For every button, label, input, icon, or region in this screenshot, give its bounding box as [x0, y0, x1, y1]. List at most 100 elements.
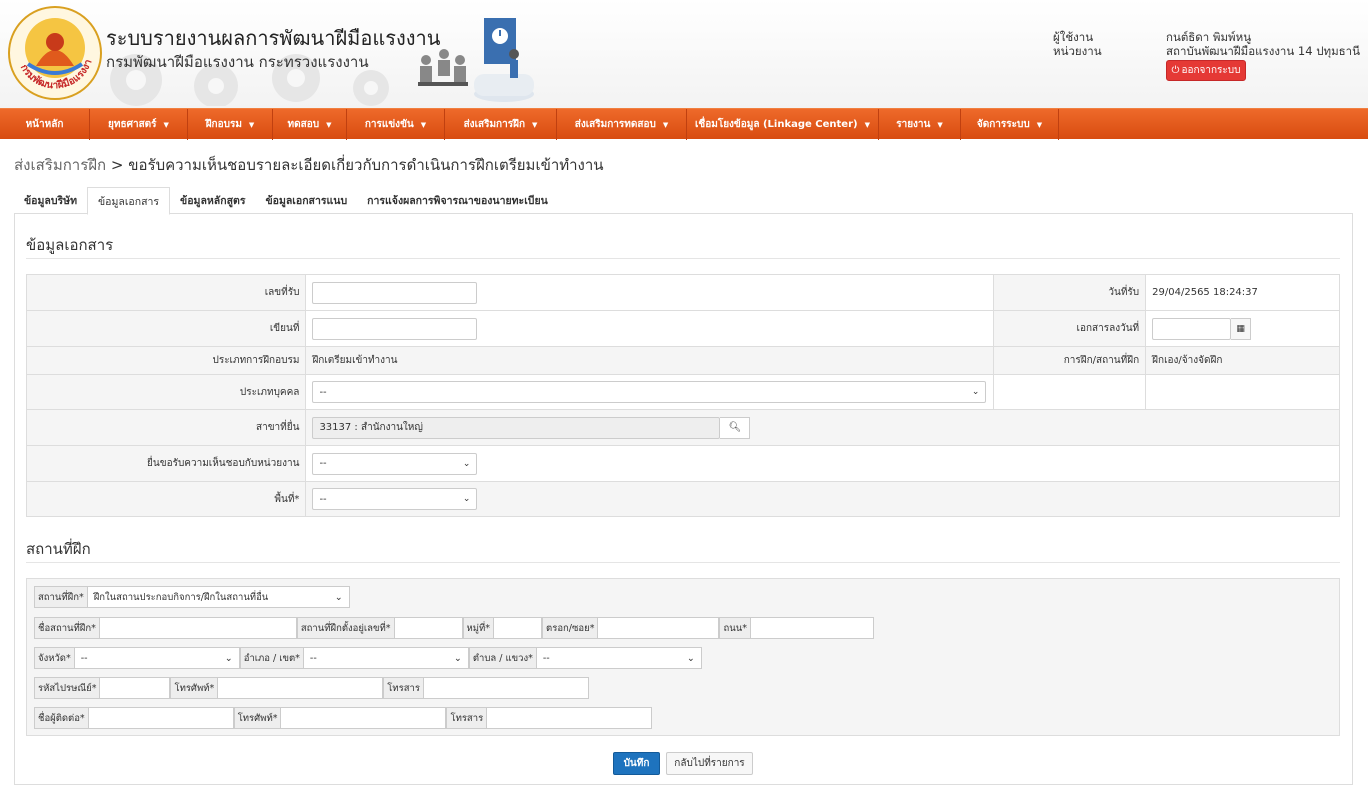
- subdistrict-selected: --: [542, 652, 550, 664]
- place-type-label: สถานที่ฝึก*: [34, 586, 88, 608]
- nav-system-admin[interactable]: จัดการระบบ ▼: [961, 109, 1059, 140]
- chevron-down-icon: ⌄: [453, 652, 462, 664]
- contact-fax-label: โทรสาร: [446, 707, 488, 729]
- nav-training-promotion[interactable]: ส่งเสริมการฝึก ▼: [445, 109, 557, 140]
- nav-reports[interactable]: รายงาน ▼: [879, 109, 961, 140]
- caret-down-icon: ▼: [163, 120, 169, 129]
- nav-label: รายงาน: [896, 119, 931, 130]
- approval-unit-select[interactable]: -- ⌄: [312, 452, 478, 475]
- tab-registrar-result[interactable]: การแจ้งผลการพิจารณาของนายทะเบียน: [357, 187, 558, 214]
- branch-cell: 33137 : สำนักงานใหญ่ 🔍︎: [305, 409, 1340, 446]
- tab-attachments[interactable]: ข้อมูลเอกสารแนบ: [255, 187, 357, 214]
- province-select[interactable]: -- ⌄: [74, 647, 240, 669]
- breadcrumb: ส่งเสริมการฝึก > ขอรับความเห็นชอบรายละเอ…: [14, 153, 604, 177]
- area-label: พื้นที่*: [25, 481, 307, 517]
- nav-label: ทดสอบ: [287, 119, 320, 130]
- back-to-list-button[interactable]: กลับไปที่รายการ: [666, 752, 753, 775]
- phone-input[interactable]: [218, 677, 384, 699]
- chevron-down-icon: ⌄: [224, 652, 233, 664]
- chevron-down-icon: ⌄: [462, 494, 471, 504]
- nav-testing-promotion[interactable]: ส่งเสริมการทดสอบ ▼: [557, 109, 687, 140]
- nav-label: จัดการระบบ: [976, 119, 1030, 130]
- postcode-row: รหัสไปรษณีย์* โทรศัพท์* โทรสาร: [34, 677, 589, 699]
- nav-testing[interactable]: ทดสอบ ▼: [273, 109, 347, 140]
- chevron-down-icon: ⌄: [971, 387, 980, 397]
- receipt-no-cell: [305, 274, 995, 311]
- power-icon: ⏻: [1171, 65, 1180, 76]
- contact-name-label: ชื่อผู้ติดต่อ*: [34, 707, 89, 729]
- approval-unit-label: ยื่นขอรับความเห็นชอบกับหน่วยงาน: [25, 445, 307, 482]
- approval-unit-cell: -- ⌄: [305, 445, 1340, 482]
- branch-search-button[interactable]: 🔍︎: [720, 416, 751, 439]
- department-logo: กรมพัฒนาฝีมือแรงงาน: [3, 0, 104, 102]
- postcode-input[interactable]: [100, 677, 171, 699]
- section-divider: [26, 562, 1340, 563]
- nav-competition[interactable]: การแข่งขัน ▼: [347, 109, 445, 140]
- user-values: กนต์ธิดา พิมพ์หนู สถาบันพัฒนาฝีมือแรงงาน…: [1166, 30, 1360, 58]
- person-type-label: ประเภทบุคคล: [25, 374, 307, 410]
- doc-date-input[interactable]: [1152, 317, 1232, 340]
- logout-label: ออกจากระบบ: [1181, 65, 1241, 76]
- fax-input[interactable]: [423, 677, 589, 699]
- caret-down-icon: ▼: [420, 120, 427, 129]
- soi-label: ตรอก/ซอย*: [542, 617, 599, 639]
- tab-document-info[interactable]: ข้อมูลเอกสาร: [87, 187, 171, 215]
- contact-name-input[interactable]: [88, 707, 234, 729]
- fax-label: โทรสาร: [383, 677, 424, 699]
- training-place-label: การฝึก/สถานที่ฝึก: [993, 346, 1147, 375]
- nav-strategy[interactable]: ยุทธศาสตร์ ▼: [90, 109, 188, 140]
- empty-cell: [1145, 374, 1340, 410]
- search-icon: 🔍︎: [728, 422, 742, 433]
- road-input[interactable]: [750, 617, 874, 639]
- caret-down-icon: ▼: [248, 120, 255, 129]
- tab-company-info[interactable]: ข้อมูลบริษัท: [14, 187, 87, 214]
- place-type-select[interactable]: ฝึกในสถานประกอบกิจการ/ฝึกในสถานที่อื่น ⌄: [87, 586, 350, 608]
- district-select[interactable]: -- ⌄: [303, 647, 469, 669]
- presentation-illustration-icon: [418, 18, 534, 102]
- nav-home[interactable]: หน้าหลัก: [0, 109, 90, 140]
- calendar-button[interactable]: ▦: [1231, 317, 1252, 340]
- chevron-down-icon: ⌄: [334, 591, 343, 603]
- caret-down-icon: ▼: [864, 120, 870, 129]
- written-at-label: เขียนที่: [25, 310, 307, 347]
- nav-label: หน้าหลัก: [25, 119, 64, 130]
- breadcrumb-parent[interactable]: ส่งเสริมการฝึก: [14, 156, 106, 174]
- place-name-input[interactable]: [99, 617, 297, 639]
- form-tabs: ข้อมูลบริษัท ข้อมูลเอกสาร ข้อมูลหลักสูตร…: [14, 187, 1353, 215]
- contact-fax-input[interactable]: [487, 707, 653, 729]
- unit-name: สถาบันพัฒนาฝีมือแรงงาน 14 ปทุมธานี: [1166, 44, 1360, 58]
- chevron-down-icon: ⌄: [686, 652, 695, 664]
- receipt-no-label: เลขที่รับ: [25, 274, 307, 311]
- training-place-value: ฝึกเอง/จ้างจัดฝึก: [1145, 346, 1340, 375]
- subdistrict-select[interactable]: -- ⌄: [536, 647, 702, 669]
- written-at-cell: [305, 310, 995, 347]
- training-place-box: สถานที่ฝึก* ฝึกในสถานประกอบกิจการ/ฝึกในส…: [26, 578, 1340, 736]
- person-type-cell: -- ⌄: [305, 374, 995, 410]
- app-header: กรมพัฒนาฝีมือแรงงาน ระบบรายงานผลการพัฒนา…: [0, 0, 1368, 108]
- branch-label: สาขาที่ยื่น: [25, 409, 307, 446]
- nav-label: เชื่อมโยงข้อมูล (Linkage Center): [695, 119, 858, 130]
- contact-phone-input[interactable]: [281, 707, 447, 729]
- receipt-date-label: วันที่รับ: [993, 274, 1147, 311]
- training-type-value: ฝึกเตรียมเข้าทำงาน: [305, 346, 995, 375]
- save-button[interactable]: บันทึก: [613, 752, 660, 775]
- receipt-no-input[interactable]: [312, 281, 478, 304]
- nav-linkage-center[interactable]: เชื่อมโยงข้อมูล (Linkage Center) ▼: [687, 109, 879, 140]
- road-label: ถนน*: [719, 617, 751, 639]
- nav-training[interactable]: ฝึกอบรม ▼: [188, 109, 273, 140]
- written-at-input[interactable]: [312, 317, 478, 340]
- moo-label: หมู่ที่*: [462, 617, 495, 639]
- logout-button[interactable]: ⏻ ออกจากระบบ: [1166, 60, 1246, 81]
- address-no-input[interactable]: [394, 617, 463, 639]
- district-label: อำเภอ / เขต*: [239, 647, 304, 669]
- nav-label: ยุทธศาสตร์: [108, 119, 157, 130]
- address-row: ชื่อสถานที่ฝึก* สถานที่ฝึกตั้งอยู่เลขที่…: [34, 617, 874, 639]
- tab-course-info[interactable]: ข้อมูลหลักสูตร: [170, 187, 255, 214]
- soi-input[interactable]: [598, 617, 720, 639]
- area-select[interactable]: -- ⌄: [312, 488, 478, 510]
- person-type-select[interactable]: -- ⌄: [312, 381, 987, 403]
- area-selected: --: [319, 493, 327, 505]
- moo-input[interactable]: [494, 617, 543, 639]
- calendar-grid-icon: ▦: [1236, 323, 1245, 334]
- breadcrumb-separator: >: [106, 156, 129, 174]
